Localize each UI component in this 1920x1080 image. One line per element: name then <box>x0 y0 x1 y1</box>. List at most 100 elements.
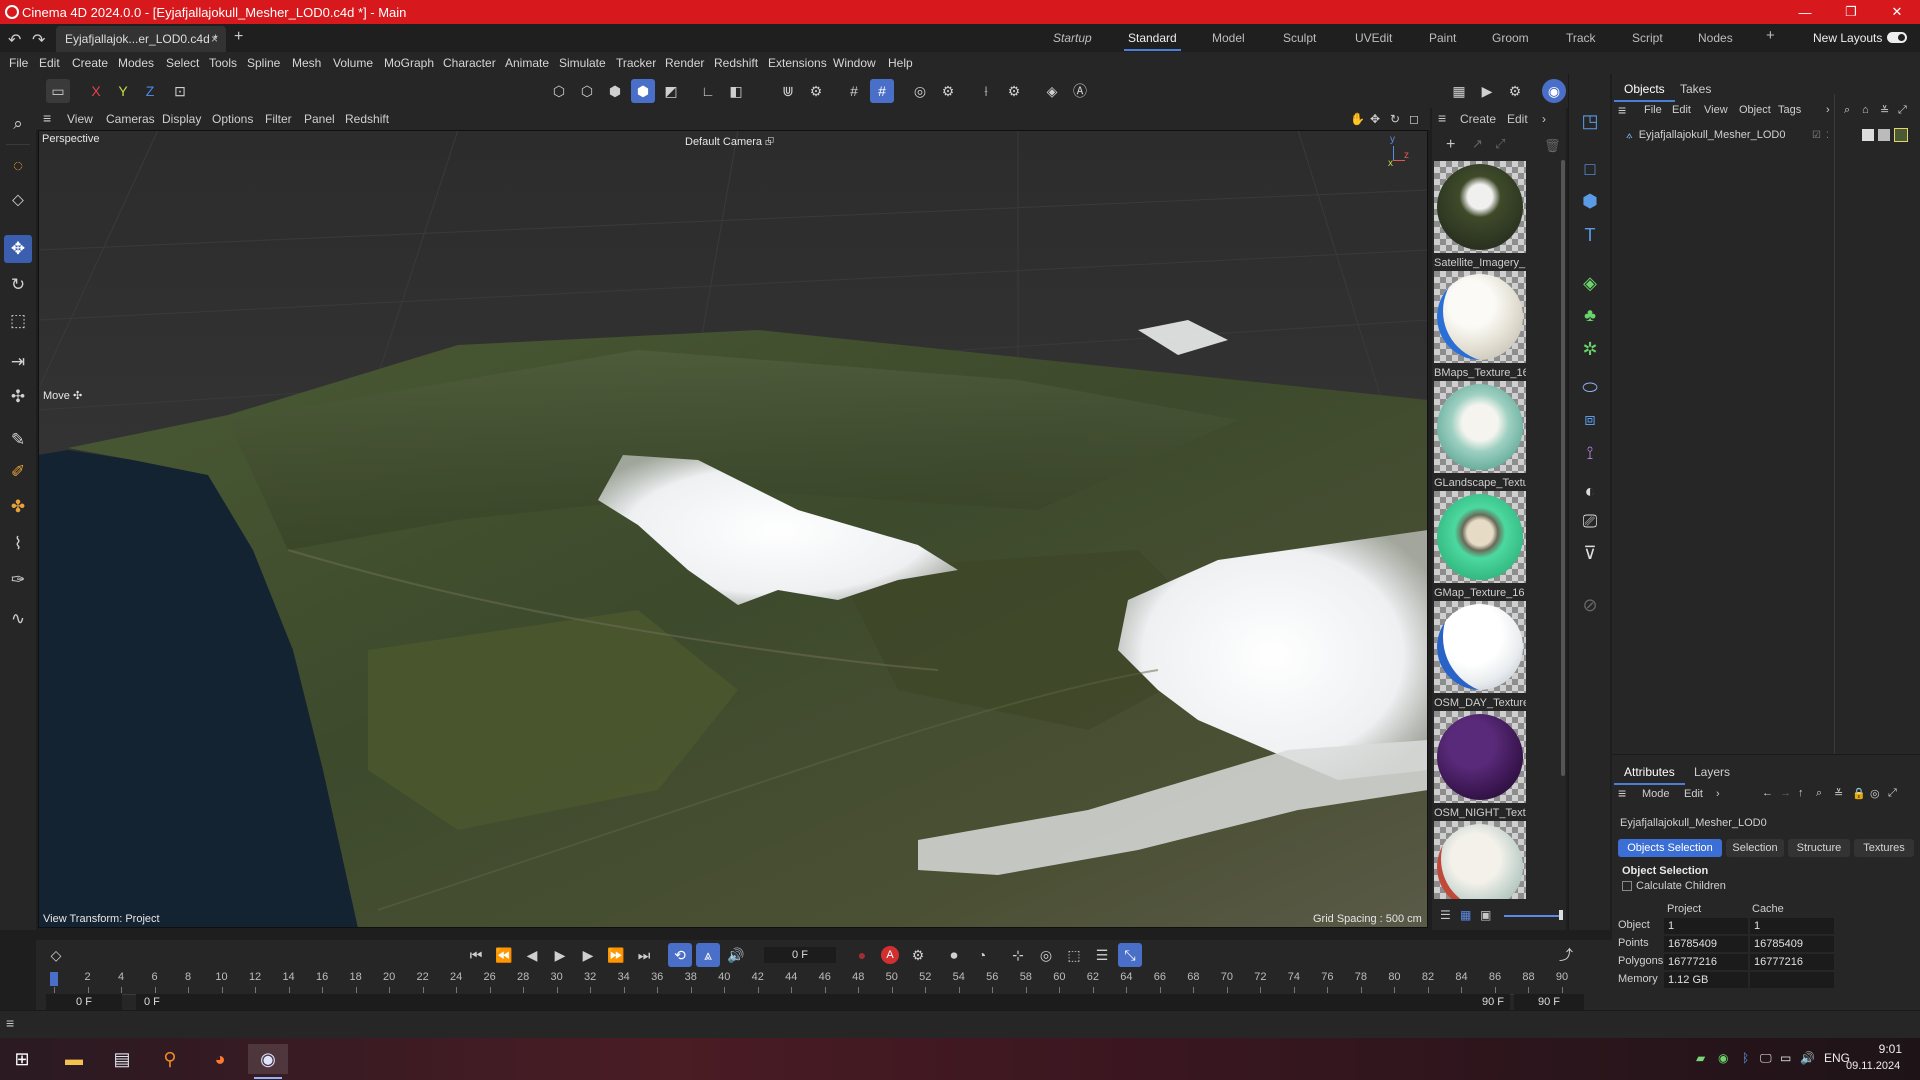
render-to-picture-viewer-icon[interactable]: ▶ <box>1475 79 1499 103</box>
previous-key-icon[interactable]: ⏪ <box>492 943 516 967</box>
add-material-icon[interactable]: + <box>1446 136 1455 154</box>
up-arrow-icon[interactable]: ↑ <box>1798 787 1804 799</box>
model-mode-icon[interactable]: ⬢ <box>631 79 655 103</box>
sculpt-tool-icon[interactable]: ∿ <box>4 605 32 633</box>
viewport-menu-redshift[interactable]: Redshift <box>345 112 389 126</box>
attributes-menu-mode[interactable]: Mode <box>1642 788 1670 800</box>
f-curve-icon[interactable]: ⤴ <box>1554 943 1578 967</box>
play-icon[interactable]: ▶ <box>548 943 572 967</box>
edit-check-icon[interactable]: ☑ <box>1812 130 1821 141</box>
scale-tool-icon[interactable]: ⬚ <box>4 307 32 335</box>
layout-model[interactable]: Model <box>1212 31 1245 45</box>
attributes-menu-edit[interactable]: Edit <box>1684 788 1703 800</box>
key-pla-icon[interactable]: ⬚ <box>1062 943 1086 967</box>
phong-tag-icon[interactable] <box>1862 129 1874 141</box>
brush-tool-icon[interactable]: ⌇ <box>4 530 32 558</box>
points-mode-icon[interactable]: ⬡ <box>547 79 571 103</box>
live-selection-icon[interactable]: ◌ <box>4 152 32 180</box>
cube-object-icon[interactable]: ◳ <box>1577 108 1603 134</box>
objects-hamburger-icon[interactable]: ≡ <box>1618 102 1626 118</box>
end-frame-field[interactable]: 90 F <box>1514 994 1584 1010</box>
redo-icon[interactable]: ↷ <box>32 30 45 50</box>
camera-object-icon[interactable]: ⎚ <box>1577 508 1603 534</box>
document-tab[interactable]: Eyjafjallajok...er_LOD0.c4d * × <box>56 26 226 52</box>
autokey-button[interactable]: A <box>878 943 902 967</box>
viewport-menu-cameras[interactable]: Cameras <box>106 112 155 126</box>
paint-tool-icon[interactable]: ✑ <box>4 566 32 594</box>
menu-modes[interactable]: Modes <box>118 56 154 70</box>
render-settings-icon[interactable]: ⚙ <box>936 79 960 103</box>
next-key-icon[interactable]: ⏩ <box>604 943 628 967</box>
search-icon[interactable]: ⌕ <box>1816 787 1822 800</box>
mograph-tools-icon[interactable]: ✤ <box>4 493 32 521</box>
grid-view-icon[interactable]: ▦ <box>1460 908 1471 922</box>
layout-standard[interactable]: Standard <box>1124 31 1181 51</box>
viewport-hamburger-icon[interactable]: ≡ <box>43 110 51 126</box>
thumbnail-size-handle[interactable] <box>1559 910 1563 920</box>
viewport-camera-label[interactable]: Default Camera ⮺ <box>685 133 774 152</box>
tab-takes[interactable]: Takes <box>1680 82 1711 96</box>
large-view-icon[interactable]: ▣ <box>1480 908 1491 922</box>
viewport-maximize-icon[interactable]: ◻ <box>1409 112 1419 126</box>
undo-icon[interactable]: ↶ <box>8 30 21 50</box>
textures-tab[interactable]: Textures <box>1854 839 1914 857</box>
objects-menu-object[interactable]: Object <box>1739 104 1771 116</box>
move-tool-icon[interactable]: ✥ <box>4 235 32 263</box>
material-item[interactable]: GMap_Texture_16 <box>1434 491 1526 599</box>
menu-mesh[interactable]: Mesh <box>292 56 321 70</box>
lock-icon[interactable]: 🔒 <box>1852 787 1866 800</box>
deformer-icon[interactable]: ⬭ <box>1577 374 1603 400</box>
tab-layers[interactable]: Layers <box>1694 765 1730 779</box>
viewport-rotate-icon[interactable]: ↻ <box>1390 112 1400 126</box>
menu-volume[interactable]: Volume <box>333 56 373 70</box>
uvw-tag-icon[interactable] <box>1878 129 1890 141</box>
timeline-ruler[interactable]: 0246810121416182022242628303234363840424… <box>36 970 1612 1010</box>
material-menu-edit[interactable]: Edit <box>1507 112 1528 126</box>
menu-tracker[interactable]: Tracker <box>616 56 656 70</box>
viewport-pan-icon[interactable]: ✋ <box>1350 112 1365 126</box>
settings-circle-icon[interactable]: ◎ <box>1870 787 1880 800</box>
y-axis-lock-button[interactable]: Y <box>111 79 135 103</box>
layout-nodes[interactable]: Nodes <box>1698 31 1733 45</box>
layout-paint[interactable]: Paint <box>1429 31 1456 45</box>
viewport-move-icon[interactable]: ✥ <box>1370 112 1380 126</box>
status-circle-icon[interactable]: ◉ <box>1718 1051 1728 1065</box>
viewport-menu-display[interactable]: Display <box>162 112 201 126</box>
rotate-tool-icon[interactable]: ↻ <box>4 271 32 299</box>
snap-magnet-icon[interactable]: ⋓ <box>776 79 800 103</box>
bluetooth-icon[interactable]: ᛒ <box>1742 1051 1749 1065</box>
layout-script[interactable]: Script <box>1632 31 1663 45</box>
grid-snap-icon[interactable]: # <box>842 79 866 103</box>
menu-edit[interactable]: Edit <box>39 56 60 70</box>
key-rotation-icon[interactable]: ◔ <box>970 943 994 967</box>
viewport-menu-filter[interactable]: Filter <box>265 112 292 126</box>
material-tag-icon[interactable] <box>1894 128 1908 142</box>
windows-start-icon[interactable]: ⊞ <box>2 1044 42 1074</box>
loop-icon[interactable]: ⟲ <box>668 943 692 967</box>
search-app-icon[interactable]: ⚲ <box>150 1044 190 1074</box>
axis-tools-icon[interactable]: ✣ <box>4 383 32 411</box>
render-settings-clapper-icon[interactable]: ⚙ <box>1503 79 1527 103</box>
transform-tool-icon[interactable]: ⇥ <box>4 348 32 376</box>
current-frame-field[interactable]: 0 F <box>764 947 836 963</box>
layout-track[interactable]: Track <box>1566 31 1596 45</box>
effector-icon[interactable]: ✲ <box>1577 336 1603 362</box>
minimize-button[interactable]: — <box>1782 0 1828 24</box>
soft-selection-icon[interactable]: ◎ <box>908 79 932 103</box>
material-item[interactable]: OSM_DAY_Texture <box>1434 601 1526 709</box>
layout-groom[interactable]: Groom <box>1492 31 1529 45</box>
spline-pen-icon[interactable]: ✎ <box>4 426 32 454</box>
preview-range-bar[interactable]: 0 F 90 F <box>136 994 1510 1010</box>
firefox-icon[interactable]: ◕ <box>200 1044 240 1074</box>
playhead[interactable] <box>50 972 58 986</box>
menu-simulate[interactable]: Simulate <box>559 56 606 70</box>
attributes-hamburger-icon[interactable]: ≡ <box>1618 785 1626 801</box>
objects-selection-tab[interactable]: Objects Selection <box>1618 839 1722 857</box>
workplane-snap-icon[interactable]: # <box>870 79 894 103</box>
menu-spline[interactable]: Spline <box>247 56 280 70</box>
notepad-icon[interactable]: ▤ <box>102 1044 142 1074</box>
key-position-icon[interactable]: ⏺ <box>942 943 966 967</box>
texture-mode-icon[interactable]: ◩ <box>659 79 683 103</box>
timeline-icon[interactable]: ☰ <box>1090 943 1114 967</box>
clock-time[interactable]: 9:01 <box>1872 1042 1902 1056</box>
